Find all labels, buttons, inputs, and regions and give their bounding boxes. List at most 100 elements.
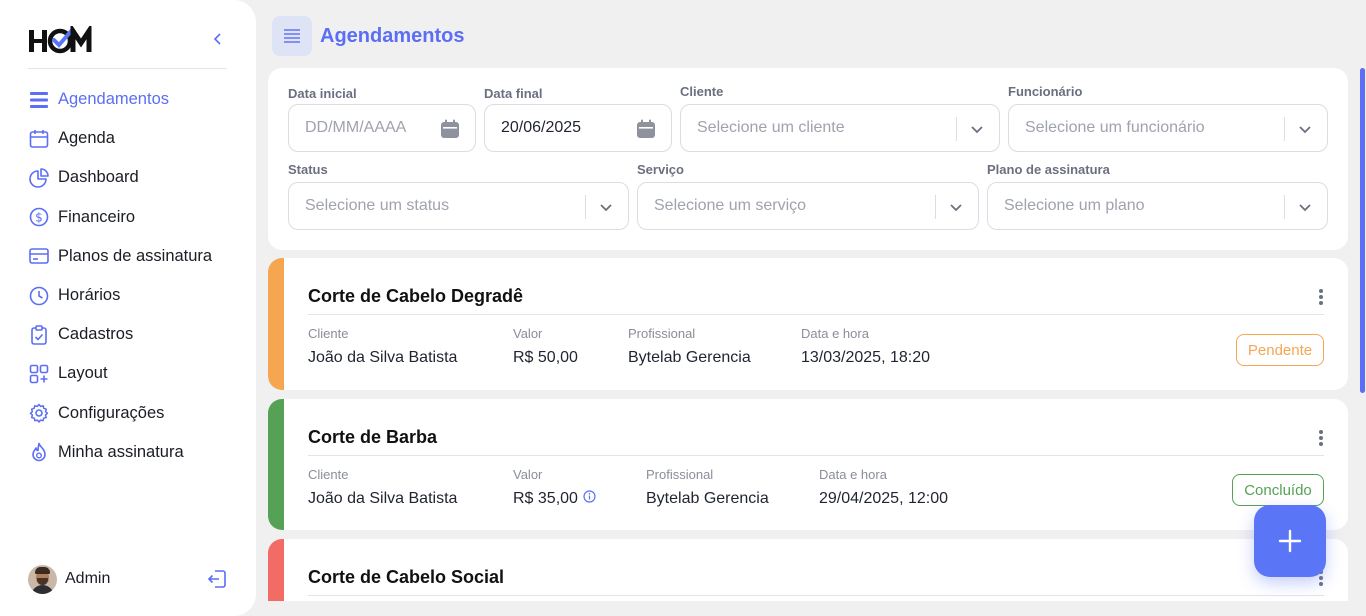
plan-placeholder: Selecione um plano (1004, 197, 1145, 214)
price-value: R$ 35,00 (513, 490, 578, 507)
client-label: Cliente (308, 467, 349, 482)
professional-label: Profissional (646, 467, 714, 482)
price-value: R$ 50,00 (513, 349, 578, 366)
employee-select[interactable]: Selecione um funcionário (1008, 104, 1328, 152)
appointment-card[interactable]: Corte de Cabelo Social (268, 539, 1348, 601)
sidebar-item-cadastros[interactable]: Cadastros (28, 315, 238, 354)
chevron-down-icon[interactable] (1295, 197, 1315, 217)
flame-icon (28, 441, 50, 463)
sidebar-item-configuracoes[interactable]: Configurações (28, 394, 238, 433)
calendar-icon[interactable] (439, 118, 461, 140)
calendar-icon[interactable] (635, 118, 657, 140)
status-select[interactable]: Selecione um status (288, 182, 629, 230)
select-separator (956, 117, 957, 141)
price-row: R$ 35,00 (513, 490, 596, 508)
sidebar-item-label: Planos de assinatura (58, 246, 213, 265)
service-select[interactable]: Selecione um serviço (637, 182, 979, 230)
sidebar-item-layout[interactable]: Layout (28, 354, 238, 393)
gear-icon (28, 402, 50, 424)
svg-text:$: $ (35, 211, 43, 225)
status-stripe (268, 399, 284, 530)
page-title: Agendamentos (320, 24, 465, 47)
sidebar-item-planos[interactable]: Planos de assinatura (28, 237, 238, 276)
logout-icon (207, 570, 226, 588)
status-placeholder: Selecione um status (305, 197, 450, 214)
chevron-left-icon (213, 33, 221, 45)
sidebar-item-financeiro[interactable]: $ Financeiro (28, 198, 238, 237)
sidebar-item-label: Financeiro (58, 207, 136, 226)
status-filter: Status Selecione um status (288, 162, 629, 230)
chevron-down-icon[interactable] (596, 197, 616, 217)
client-value: João da Silva Batista (308, 490, 458, 507)
professional-value: Bytelab Gerencia (646, 490, 769, 507)
sidebar-item-horarios[interactable]: Horários (28, 276, 238, 315)
start-date-placeholder: DD/MM/AAAA (305, 119, 407, 136)
service-placeholder: Selecione um serviço (654, 197, 807, 214)
logout-button[interactable] (206, 568, 228, 590)
kebab-menu-icon (1319, 289, 1323, 305)
professional-column: Profissional Bytelab Gerencia (646, 467, 769, 508)
datetime-label: Data e hora (819, 467, 887, 482)
list-icon (28, 89, 50, 111)
plus-icon (1278, 529, 1302, 553)
sidebar-item-agenda[interactable]: Agenda (28, 119, 238, 158)
sidebar-item-dashboard[interactable]: Dashboard (28, 158, 238, 197)
status-label: Status (288, 162, 328, 177)
status-stripe (268, 258, 284, 390)
info-icon[interactable] (583, 490, 596, 508)
chevron-down-icon[interactable] (1295, 119, 1315, 139)
brand-logo[interactable] (28, 26, 94, 56)
pie-chart-icon (28, 167, 50, 189)
card-divider (308, 455, 1324, 456)
sidebar-item-label: Cadastros (58, 325, 134, 344)
datetime-column: Data e hora 29/04/2025, 12:00 (819, 467, 948, 508)
clipboard-icon (28, 324, 50, 346)
plan-filter: Plano de assinatura Selecione um plano (987, 162, 1328, 230)
sidebar: Agendamentos Agenda Dashboard $ Financei… (0, 0, 256, 616)
end-date-input[interactable]: 20/06/2025 (484, 104, 672, 152)
start-date-input[interactable]: DD/MM/AAAA (288, 104, 476, 152)
client-column: Cliente João da Silva Batista (308, 326, 457, 367)
sidebar-item-label: Configurações (58, 403, 165, 422)
client-select[interactable]: Selecione um cliente (680, 104, 1000, 152)
list-icon (284, 29, 300, 43)
professional-label: Profissional (628, 326, 696, 341)
select-separator (585, 195, 586, 219)
value-column: Valor R$ 50,00 (513, 326, 578, 367)
sidebar-item-agendamentos[interactable]: Agendamentos (28, 80, 238, 119)
datetime-label: Data e hora (801, 326, 869, 341)
client-value: João da Silva Batista (308, 349, 458, 366)
dollar-circle-icon: $ (28, 206, 50, 228)
client-label: Cliente (680, 84, 724, 99)
client-placeholder: Selecione um cliente (697, 119, 845, 136)
datetime-value: 29/04/2025, 12:00 (819, 490, 949, 507)
start-date-filter: Data inicial DD/MM/AAAA (288, 86, 476, 152)
chevron-down-icon[interactable] (967, 119, 987, 139)
appointment-card[interactable]: Corte de Cabelo Degradê Cliente João da … (268, 258, 1348, 390)
menu-toggle-button[interactable] (272, 16, 312, 56)
end-date-label: Data final (484, 86, 543, 101)
user-name: Admin (65, 570, 111, 587)
scrollbar-thumb[interactable] (1360, 68, 1365, 393)
client-label: Cliente (308, 326, 349, 341)
kebab-menu-icon (1319, 430, 1323, 446)
status-stripe (268, 539, 284, 601)
page-header: Agendamentos (272, 16, 464, 56)
datetime-value: 13/03/2025, 18:20 (801, 349, 931, 366)
plan-select[interactable]: Selecione um plano (987, 182, 1328, 230)
sidebar-item-label: Horários (58, 286, 121, 305)
sidebar-item-minha-assinatura[interactable]: Minha assinatura (28, 433, 238, 472)
more-options-button[interactable] (1316, 287, 1326, 307)
sidebar-item-label: Layout (58, 364, 108, 383)
card-divider (308, 595, 1324, 596)
avatar[interactable] (28, 564, 57, 594)
client-column: Cliente João da Silva Batista (308, 467, 457, 508)
select-separator (1284, 117, 1285, 141)
appointment-service: Corte de Cabelo Degradê (308, 286, 524, 306)
sidebar-item-label: Dashboard (58, 168, 139, 187)
appointment-card[interactable]: Corte de Barba Cliente João da Silva Bat… (268, 399, 1348, 530)
more-options-button[interactable] (1316, 428, 1326, 448)
collapse-sidebar-button[interactable] (207, 28, 229, 50)
chevron-down-icon[interactable] (946, 197, 966, 217)
add-appointment-button[interactable] (1254, 505, 1326, 577)
